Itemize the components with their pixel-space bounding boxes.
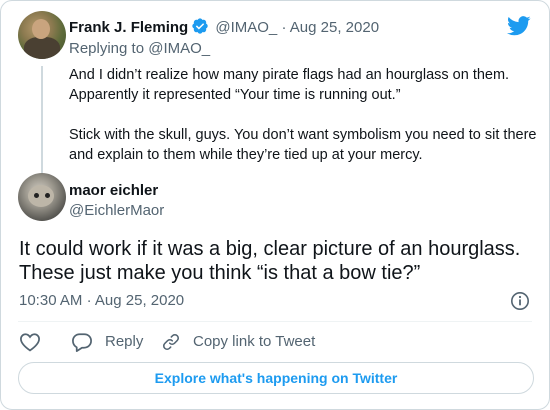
divider [18,321,532,322]
reply-button[interactable]: Reply [71,332,143,352]
parent-tweet-header: Frank J. Fleming @IMAO_ · Aug 25, 2020 [69,17,379,41]
parent-paragraph-1: And I didn’t realize how many pirate fla… [69,67,510,103]
tweet-date[interactable]: Aug 25, 2020 [95,292,184,309]
separator: · [86,292,92,309]
copy-link-button[interactable]: Copy link to Tweet [161,332,315,352]
author-name[interactable]: maor eichler [69,181,158,201]
copy-link-label: Copy link to Tweet [193,333,316,350]
author-handle[interactable]: @IMAO_ [215,19,277,36]
explore-button[interactable]: Explore what's happening on Twitter [18,362,534,394]
reply-label: Reply [105,333,144,350]
author-handle[interactable]: @EichlerMaor [69,201,164,221]
replying-to-label: Replying to [69,40,145,57]
verified-badge-icon [191,17,209,41]
info-icon[interactable] [510,291,530,316]
like-button[interactable] [19,332,41,352]
tweet-date[interactable]: Aug 25, 2020 [290,19,379,36]
heart-icon [19,332,41,352]
link-icon [161,332,181,352]
tweet-timestamp[interactable]: 10:30 AM · Aug 25, 2020 [19,291,184,311]
tweet-text: It could work if it was a big, clear pic… [19,238,521,284]
avatar[interactable] [18,11,66,59]
parent-tweet-text: And I didn’t realize how many pirate fla… [69,65,539,165]
twitter-bird-icon[interactable] [507,15,531,42]
avatar[interactable] [18,173,66,221]
tweet-embed-card: Frank J. Fleming @IMAO_ · Aug 25, 2020 R… [0,0,550,410]
separator: · [281,19,287,36]
reply-bubble-icon [71,332,93,352]
replying-to-handle[interactable]: @IMAO_ [148,40,210,57]
replying-to: Replying to @IMAO_ [69,39,210,59]
tweet-time[interactable]: 10:30 AM [19,292,82,309]
tweet-author[interactable]: maor eichler @EichlerMaor [18,173,538,225]
author-name[interactable]: Frank J. Fleming [69,19,188,36]
parent-paragraph-2: Stick with the skull, guys. You don’t wa… [69,127,537,163]
thread-line [41,66,43,174]
